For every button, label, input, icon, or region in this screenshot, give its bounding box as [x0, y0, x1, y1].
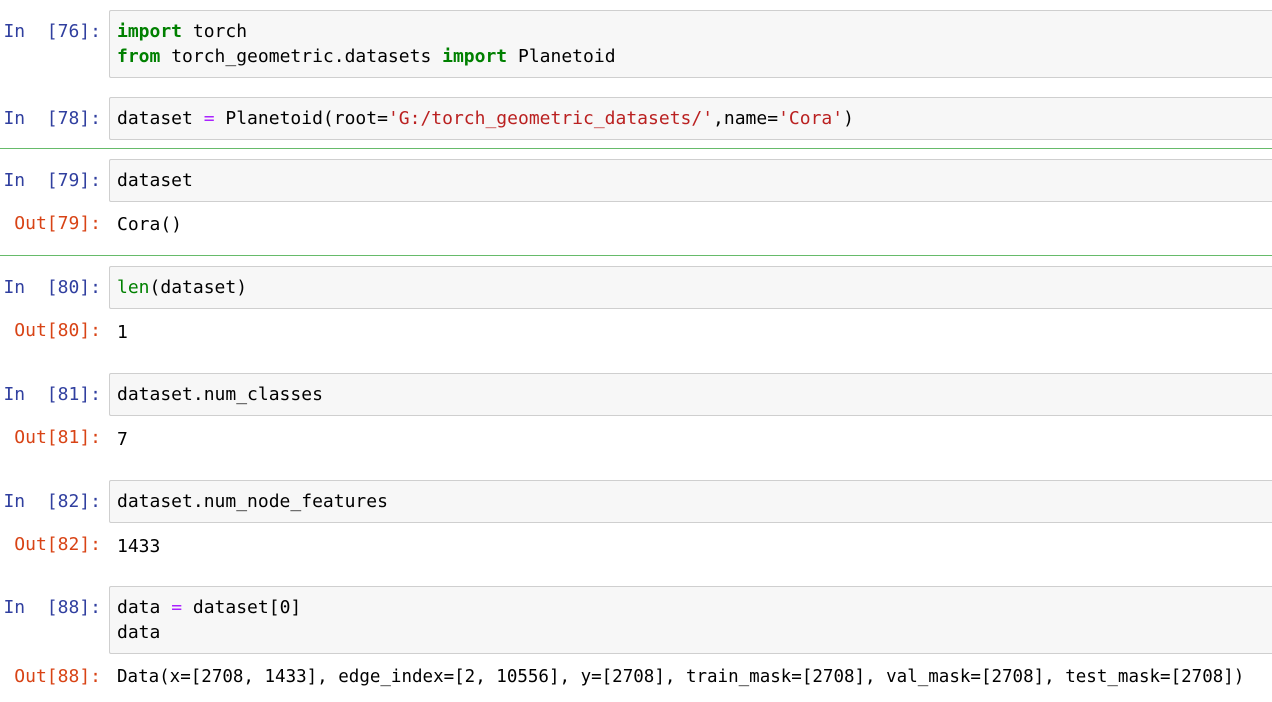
code-text: torch_geometric.datasets: [160, 46, 443, 67]
operator: =: [171, 597, 183, 618]
keyword: import: [117, 21, 183, 42]
code-text: torch: [182, 21, 248, 42]
code-text: dataset[0]: [182, 597, 302, 618]
code-line: dataset.num_node_features: [117, 491, 388, 512]
code-line: import torch: [117, 19, 1265, 44]
code-line: dataset: [117, 170, 193, 191]
input-prompt: In [88]:: [3, 597, 101, 618]
input-prompt: In [79]:: [3, 170, 101, 191]
input-prompt: In [76]:: [3, 21, 101, 42]
code-line: data = dataset[0]: [117, 595, 1265, 620]
operator: =: [203, 108, 215, 129]
keyword: import: [442, 46, 508, 67]
cell-output: 1: [117, 322, 128, 343]
code-input-area[interactable]: data = dataset[0] data: [109, 586, 1272, 654]
code-input-area[interactable]: len(dataset): [109, 266, 1272, 309]
input-prompt: In [81]:: [3, 384, 101, 405]
code-text: Planetoid(root=: [214, 108, 388, 129]
code-text: ): [843, 108, 854, 129]
input-prompt: In [82]:: [3, 491, 101, 512]
code-text: Planetoid: [507, 46, 616, 67]
string-literal: 'G:/torch_geometric_datasets/': [387, 108, 714, 129]
selected-cell-bottom-border: [0, 255, 1272, 256]
code-line: data: [117, 622, 161, 643]
output-prompt: Out[81]:: [14, 427, 101, 448]
code-text: ,name=: [713, 108, 779, 129]
builtin-function: len: [117, 277, 150, 298]
output-prompt: Out[80]:: [14, 320, 101, 341]
code-line: from torch_geometric.datasets import Pla…: [117, 44, 1265, 69]
cell-output: Cora(): [117, 214, 183, 235]
cell-output: 7: [117, 429, 128, 450]
code-input-area[interactable]: dataset.num_classes: [109, 373, 1272, 416]
code-text: data: [117, 597, 172, 618]
output-prompt: Out[88]:: [14, 666, 101, 687]
input-prompt: In [78]:: [3, 108, 101, 129]
string-literal: 'Cora': [778, 108, 844, 129]
code-text: dataset: [117, 108, 204, 129]
code-input-area[interactable]: import torch from torch_geometric.datase…: [109, 10, 1272, 78]
code-line: len(dataset): [117, 275, 1265, 300]
cell-output: 1433: [117, 536, 161, 557]
code-line: dataset.num_classes: [117, 384, 323, 405]
output-prompt: Out[82]:: [14, 534, 101, 555]
keyword: from: [117, 46, 161, 67]
code-input-area[interactable]: dataset: [109, 159, 1272, 202]
code-input-area[interactable]: dataset.num_node_features: [109, 480, 1272, 523]
code-input-area[interactable]: dataset = Planetoid(root='G:/torch_geome…: [109, 97, 1272, 140]
selected-cell-top-border: [0, 148, 1272, 149]
code-line: dataset = Planetoid(root='G:/torch_geome…: [117, 106, 1265, 131]
code-text: (dataset): [149, 277, 248, 298]
input-prompt: In [80]:: [3, 277, 101, 298]
output-prompt: Out[79]:: [14, 213, 101, 234]
cell-output: Data(x=[2708, 1433], edge_index=[2, 1055…: [117, 667, 1245, 687]
